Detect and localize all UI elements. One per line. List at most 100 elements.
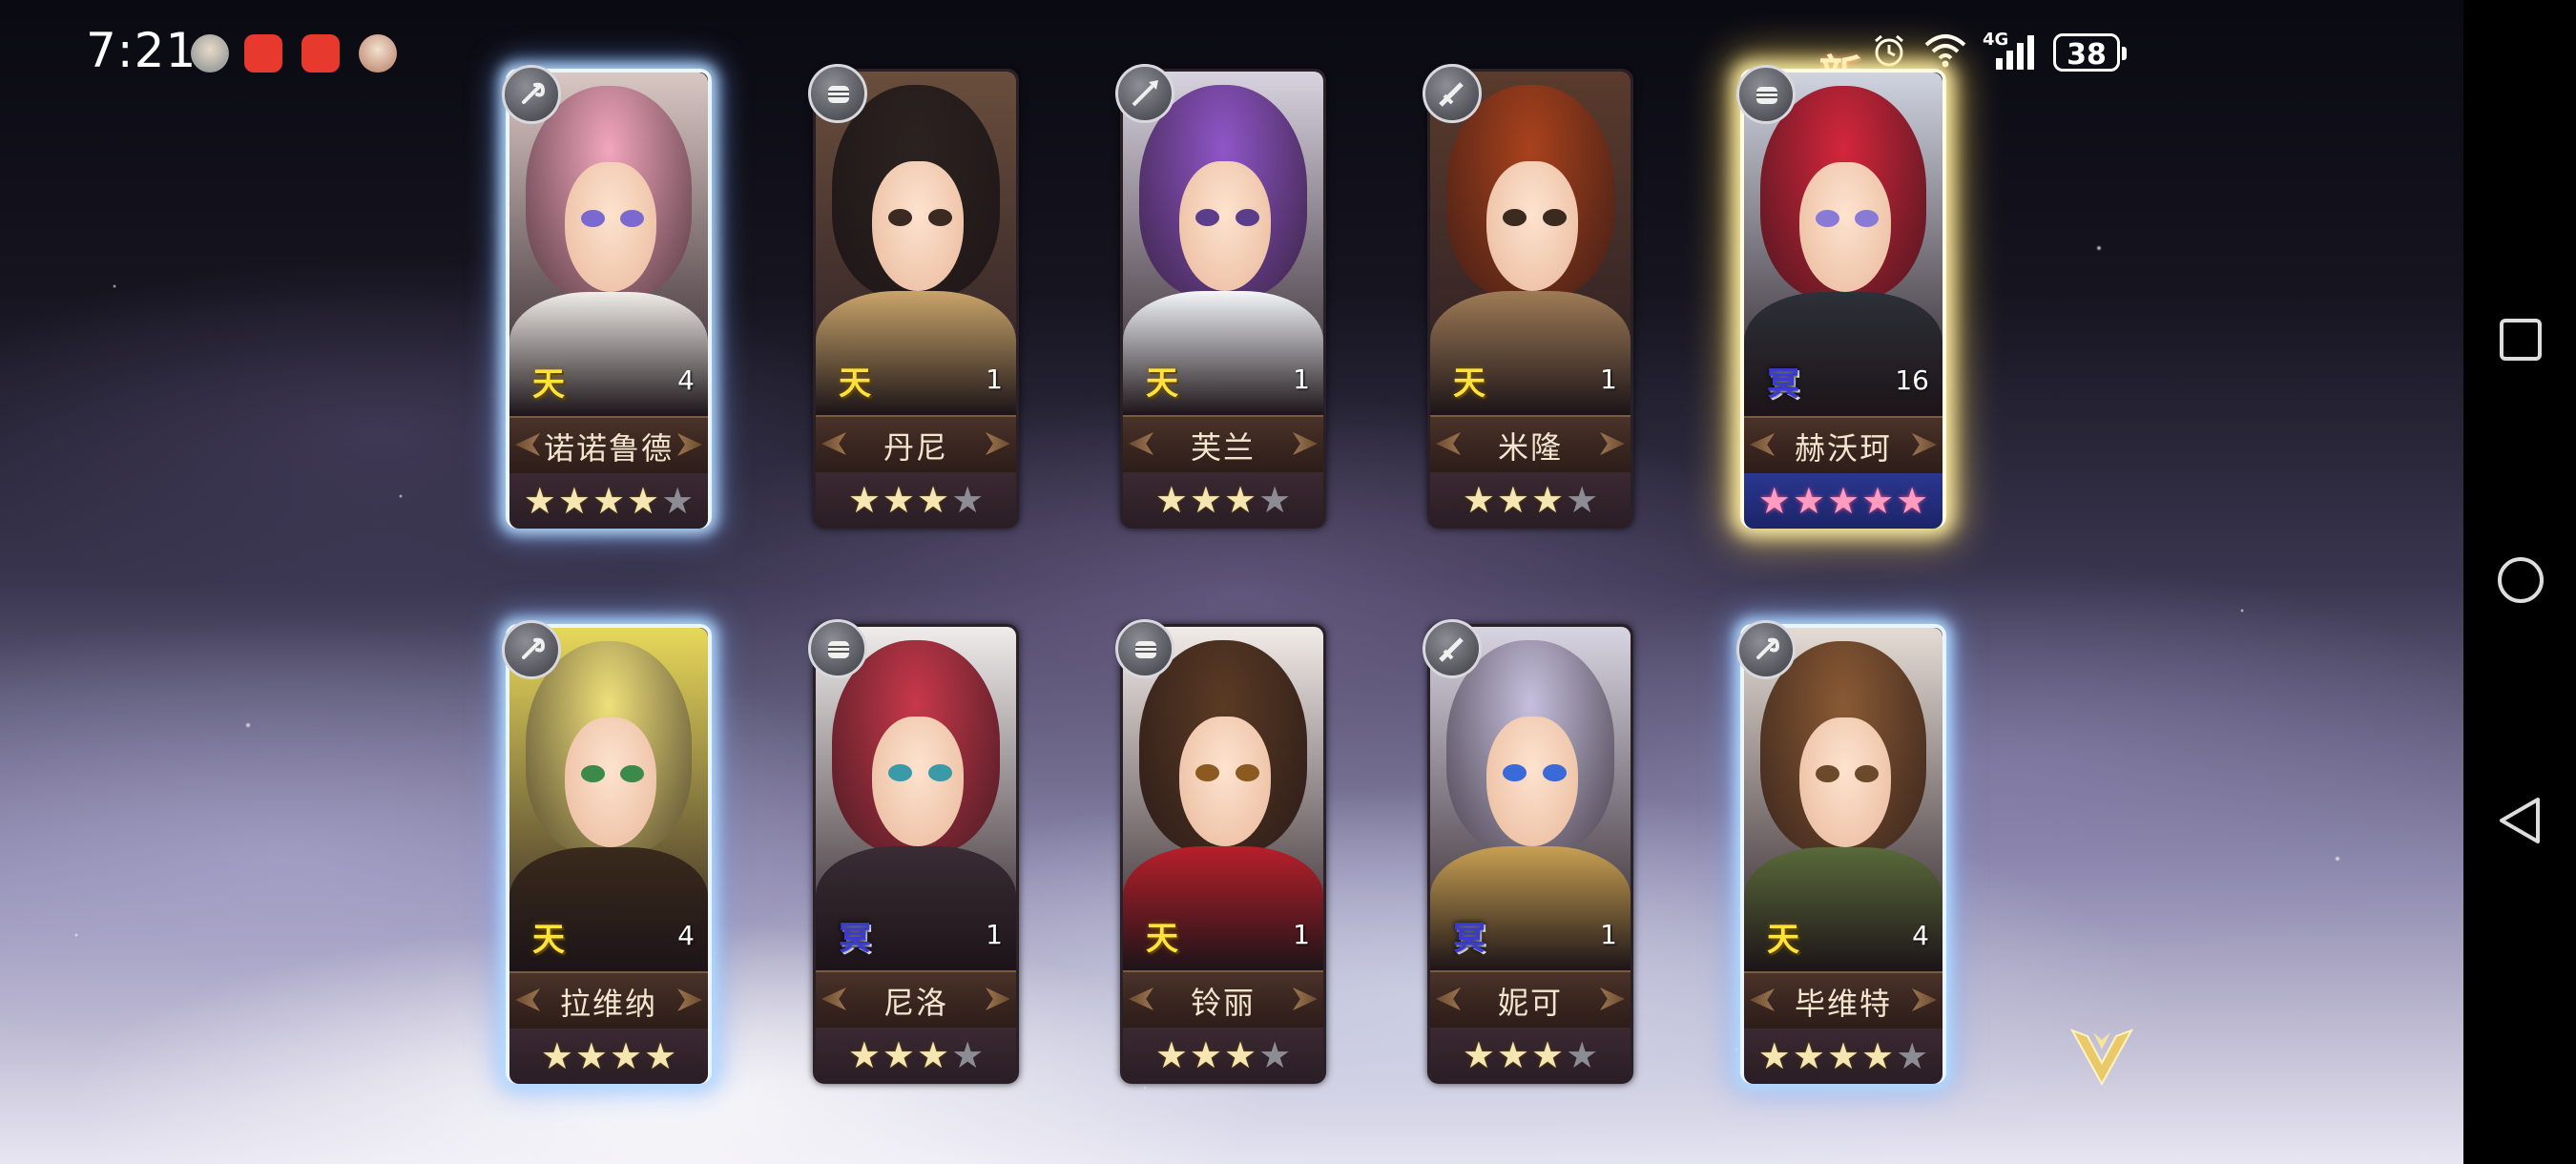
empty-star-icon: ★ (1258, 479, 1292, 521)
recent-apps-button[interactable] (2496, 315, 2545, 364)
portrait-eye (927, 209, 952, 226)
portrait-eye (1502, 764, 1527, 781)
rarity-stars: ★ ★ ★ ★ ★ (1744, 1029, 1942, 1084)
element-badge: 冥 (839, 919, 871, 958)
system-navigation-bar (2463, 0, 2576, 1164)
filled-star-icon: ★ (1462, 479, 1495, 521)
huawei-appgallery-icon (301, 34, 340, 73)
filled-star-icon: ★ (1496, 479, 1529, 521)
hero-name: 诺诺鲁德 (509, 416, 708, 477)
portrait-eye (1542, 209, 1567, 226)
hero-card[interactable]: 天 1 芙兰 ★ ★ ★ ★ (1115, 64, 1326, 529)
filled-star-icon: ★ (644, 1035, 677, 1077)
element-badge: 天 (839, 364, 871, 403)
hero-name: 赫沃珂 (1744, 416, 1942, 477)
filled-star-icon: ★ (1757, 1035, 1791, 1077)
hero-card[interactable]: 冥 1 尼洛 ★ ★ ★ ★ (808, 619, 1019, 1084)
square-icon (2500, 319, 2542, 361)
portrait-eye (580, 210, 605, 227)
filled-star-icon: ★ (1224, 1034, 1257, 1076)
skip-emblem-button[interactable] (2067, 1021, 2137, 1091)
hero-card[interactable]: 天 4 毕维特 ★ ★ ★ ★ ★ (1736, 620, 1946, 1084)
signal-icon: 4G (1983, 30, 2038, 72)
hero-name: 铃丽 (1123, 970, 1323, 1031)
portrait-eye (1542, 764, 1567, 781)
filled-star-icon: ★ (540, 1035, 573, 1077)
avatar-notification-icon (191, 34, 229, 73)
battery-indicator: 38 (2053, 33, 2127, 72)
hero-name-text: 尼洛 (883, 985, 948, 1021)
hero-name-text: 诺诺鲁德 (543, 430, 674, 467)
hero-count: 1 (1600, 919, 1617, 950)
filled-star-icon: ★ (882, 479, 915, 521)
rarity-stars: ★ ★ ★ ★ (816, 472, 1016, 528)
portrait-face (871, 716, 965, 847)
element-badge: 天 (1453, 364, 1485, 403)
avatar-notification-icon (359, 34, 397, 73)
filled-star-icon: ★ (574, 1035, 608, 1077)
filled-star-icon: ★ (1531, 1034, 1565, 1076)
portrait-eye (1235, 764, 1259, 781)
hero-name: 米隆 (1430, 415, 1631, 476)
portrait-face (871, 160, 965, 292)
portrait-face (1799, 717, 1891, 848)
hero-card[interactable]: 冥 16 赫沃珂 ★ ★ ★ ★ ★ (1736, 65, 1946, 529)
status-clock: 7:21 (86, 23, 197, 78)
filled-star-icon: ★ (1531, 479, 1565, 521)
element-badge: 天 (532, 920, 565, 959)
back-button[interactable] (2496, 796, 2545, 845)
filled-star-icon: ★ (882, 1034, 915, 1076)
rarity-stars: ★ ★ ★ ★ (1123, 1028, 1323, 1083)
hero-count: 16 (1895, 364, 1929, 396)
filled-star-icon: ★ (917, 479, 950, 521)
empty-star-icon: ★ (1258, 1034, 1292, 1076)
filled-star-icon: ★ (557, 480, 591, 522)
hero-name-text: 芙兰 (1190, 429, 1256, 466)
sword-icon (1423, 619, 1482, 678)
filled-star-icon: ★ (1861, 480, 1895, 522)
element-badge: 冥 (1767, 364, 1799, 404)
portrait-face (1178, 160, 1272, 292)
hero-count: 1 (1293, 364, 1310, 395)
hero-card[interactable]: 天 1 铃丽 ★ ★ ★ ★ (1115, 619, 1326, 1084)
empty-star-icon: ★ (951, 479, 985, 521)
filled-star-icon: ★ (1154, 479, 1188, 521)
portrait-face (565, 717, 656, 848)
element-badge: 冥 (1453, 919, 1485, 958)
staff-icon (502, 65, 561, 124)
wifi-icon (1923, 31, 1967, 73)
portrait-face (1485, 716, 1579, 847)
circle-icon (2498, 557, 2544, 603)
rarity-stars: ★ ★ ★ ★ (1430, 472, 1631, 528)
hero-count: 4 (677, 364, 695, 396)
hero-count: 4 (1912, 920, 1929, 951)
empty-star-icon: ★ (1566, 1034, 1599, 1076)
empty-star-icon: ★ (661, 480, 695, 522)
hero-count: 1 (986, 364, 1003, 395)
portrait-eye (887, 209, 912, 226)
filled-star-icon: ★ (1154, 1034, 1188, 1076)
sword-icon (1423, 64, 1482, 123)
portrait-face (565, 161, 656, 293)
filled-star-icon: ★ (1826, 1035, 1860, 1077)
portrait-eye (1815, 210, 1839, 227)
hero-card[interactable]: 天 4 拉维纳 ★ ★ ★ ★ (502, 620, 712, 1084)
hero-card[interactable]: 冥 1 妮可 ★ ★ ★ ★ (1423, 619, 1633, 1084)
rarity-stars: ★ ★ ★ ★ (509, 1029, 708, 1084)
filled-star-icon: ★ (627, 480, 660, 522)
portrait-face (1799, 161, 1891, 293)
hero-card[interactable]: 天 1 米隆 ★ ★ ★ ★ (1423, 64, 1633, 529)
empty-star-icon: ★ (1566, 479, 1599, 521)
hero-name: 丹尼 (816, 415, 1016, 476)
hero-card[interactable]: 天 4 诺诺鲁德 ★ ★ ★ ★ ★ (502, 65, 712, 529)
element-badge: 天 (532, 364, 565, 404)
element-badge: 天 (1146, 919, 1178, 958)
element-badge: 天 (1767, 920, 1799, 959)
staff-icon (502, 620, 561, 679)
empty-star-icon: ★ (951, 1034, 985, 1076)
hero-card[interactable]: 天 1 丹尼 ★ ★ ★ ★ (808, 64, 1019, 529)
filled-star-icon: ★ (1189, 1034, 1222, 1076)
home-button[interactable] (2496, 555, 2545, 605)
portrait-eye (1815, 765, 1839, 782)
alarm-icon (1870, 31, 1908, 73)
